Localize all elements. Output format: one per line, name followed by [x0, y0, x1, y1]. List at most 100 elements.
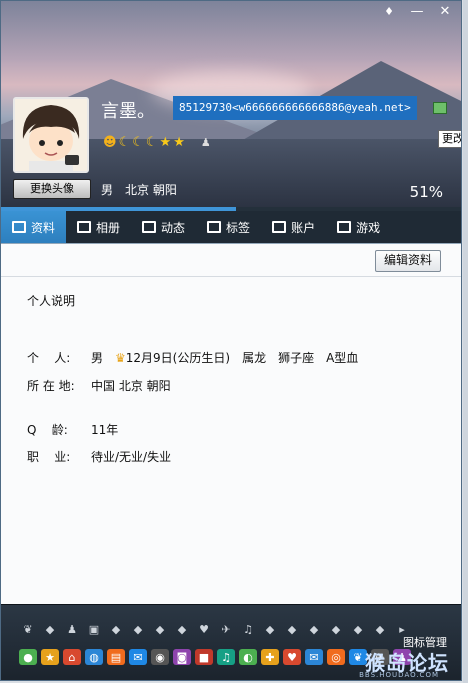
- profile-content: 编辑资料 个人说明 个 人: 男 ♛12月9日(公历生日) 属龙 狮子座 A型血…: [1, 244, 461, 604]
- drum-icon[interactable]: ◎: [327, 649, 345, 665]
- list-icon: [142, 221, 157, 233]
- game-icon: [337, 221, 352, 233]
- change-avatar-button[interactable]: 更换头像: [13, 179, 91, 199]
- tab-label: 标签: [226, 220, 251, 235]
- tab-label: 动态: [161, 220, 186, 235]
- house-icon[interactable]: ⌂: [63, 649, 81, 665]
- info-row-qage: Q 龄: 11年: [27, 421, 118, 438]
- row-label: Q 龄:: [27, 423, 68, 437]
- diamond-icon[interactable]: ◆: [173, 621, 191, 637]
- minimize-button[interactable]: —: [405, 3, 429, 21]
- email-field[interactable]: 85129730<w666666666666886@yeah.net>: [173, 96, 417, 120]
- tooltip: 更改: [438, 130, 461, 148]
- basic-info: 男 北京 朝阳: [101, 181, 177, 198]
- camera-icon[interactable]: ◙: [173, 649, 191, 665]
- icon-row-2: ● ★ ⌂ ◍ ▤ ✉ ◉ ◙ ■ ♫ ◐ ✚ ♥ ✉ ◎ ❦ ✈ ♟: [19, 649, 411, 665]
- edit-profile-button[interactable]: 编辑资料: [374, 250, 441, 272]
- crown-icon: ♛: [115, 351, 126, 365]
- diamond-icon[interactable]: ◆: [327, 621, 345, 637]
- tab-bar: 资料 相册 动态 标签 账户 游戏: [1, 211, 461, 244]
- section-title: 个人说明: [27, 294, 76, 308]
- diamond-icon[interactable]: ◆: [261, 621, 279, 637]
- row-label: 个 人:: [27, 351, 71, 365]
- diamond-icon[interactable]: ◆: [151, 621, 169, 637]
- box-icon[interactable]: ■: [195, 649, 213, 665]
- row-value: 11年: [91, 423, 119, 437]
- row-value: 属龙: [242, 351, 267, 365]
- music-icon[interactable]: ♫: [217, 649, 235, 665]
- tab-profile[interactable]: 资料: [1, 211, 67, 243]
- star-icon: ★: [159, 135, 172, 150]
- tab-games[interactable]: 游戏: [326, 211, 391, 243]
- bag-icon[interactable]: ▤: [107, 649, 125, 665]
- avatar-cartoon-icon: [15, 99, 87, 171]
- watermark-sub: BBS.HOUDAO.COM: [359, 671, 439, 679]
- completion-percent: 51%: [409, 183, 443, 201]
- tab-label: 相册: [96, 220, 121, 235]
- tab-account[interactable]: 账户: [261, 211, 326, 243]
- moon-icon: ☾: [145, 135, 158, 150]
- icon-row-1: ❦ ◆ ♟ ▣ ◆ ◆ ◆ ◆ ♥ ✈ ♫ ◆ ◆ ◆ ◆ ◆ ◆ ▸: [19, 621, 411, 637]
- moon-icon: ☾: [118, 135, 131, 150]
- row-value: 待业/无业/失业: [91, 450, 172, 464]
- leaf-icon[interactable]: ❦: [19, 621, 37, 637]
- row-label: 所 在 地:: [27, 379, 75, 393]
- diamond-icon[interactable]: ◆: [349, 621, 367, 637]
- penguin-icon[interactable]: ♟: [63, 621, 81, 637]
- level-icons[interactable]: ☻ ☾ ☾ ☾ ★ ★ ♟: [103, 135, 211, 150]
- diamond-icon[interactable]: ◆: [283, 621, 301, 637]
- info-row-location: 所 在 地: 中国 北京 朝阳: [27, 377, 171, 394]
- moon-icon: ☾: [132, 135, 144, 150]
- mail-icon[interactable]: ✉: [305, 649, 323, 665]
- tab-label: 账户: [291, 220, 316, 235]
- diamond-icon[interactable]: ◆: [41, 621, 59, 637]
- diamond-icon[interactable]: ◆: [305, 621, 323, 637]
- info-row-personal: 个 人: 男 ♛12月9日(公历生日) 属龙 狮子座 A型血: [27, 349, 358, 366]
- briefcase-icon: [272, 221, 287, 233]
- bird-icon[interactable]: ✈: [217, 621, 235, 637]
- star-icon: ★: [173, 135, 185, 150]
- gift-icon[interactable]: ✚: [261, 649, 279, 665]
- sun-icon: ☻: [103, 135, 117, 150]
- row-value: A型血: [326, 351, 359, 365]
- card-icon: [12, 221, 26, 233]
- row-value: 狮子座: [278, 351, 315, 365]
- tab-album[interactable]: 相册: [66, 211, 131, 243]
- row-value: 12月9日(公历生日): [125, 351, 231, 365]
- heart-icon[interactable]: ♥: [195, 621, 213, 637]
- computer-icon[interactable]: ▣: [85, 621, 103, 637]
- mail-icon[interactable]: ✉: [129, 649, 147, 665]
- skin-icon[interactable]: ♦: [377, 3, 401, 21]
- diamond-icon[interactable]: ◆: [371, 621, 389, 637]
- qq-icon[interactable]: ◉: [151, 649, 169, 665]
- profile-window: ♦ — ✕ 更换头像 言墨。 85129730<w666666666666886…: [0, 0, 462, 681]
- star-icon[interactable]: ★: [41, 649, 59, 665]
- tab-label: 资料: [31, 220, 56, 235]
- avatar[interactable]: [13, 97, 89, 173]
- chat-icon[interactable]: ●: [19, 649, 37, 665]
- row-value: 中国 北京 朝阳: [91, 379, 171, 393]
- email-change-icon[interactable]: [433, 102, 447, 114]
- info-row-job: 职 业: 待业/无业/失业: [27, 448, 171, 465]
- globe-icon[interactable]: ◍: [85, 649, 103, 665]
- tab-label: 游戏: [356, 220, 381, 235]
- diamond-icon[interactable]: ◆: [129, 621, 147, 637]
- location: 北京 朝阳: [125, 183, 177, 197]
- ball-icon[interactable]: ◐: [239, 649, 257, 665]
- row-label: 职 业:: [27, 450, 71, 464]
- photo-icon: [77, 221, 92, 233]
- gender: 男: [101, 183, 114, 197]
- tab-tags[interactable]: 标签: [196, 211, 261, 243]
- close-button[interactable]: ✕: [433, 3, 457, 21]
- heart-icon[interactable]: ♥: [283, 649, 301, 665]
- window-controls: ♦ — ✕: [377, 3, 457, 21]
- tab-feed[interactable]: 动态: [131, 211, 196, 243]
- divider: [1, 276, 461, 277]
- music-icon[interactable]: ♫: [239, 621, 257, 637]
- nickname: 言墨。: [101, 101, 155, 122]
- diamond-icon[interactable]: ◆: [107, 621, 125, 637]
- penguin-icon[interactable]: ♟: [201, 136, 211, 149]
- bookmark-icon: [207, 221, 222, 233]
- icon-bar: ❦ ◆ ♟ ▣ ◆ ◆ ◆ ◆ ♥ ✈ ♫ ◆ ◆ ◆ ◆ ◆ ◆ ▸ ● ★ ⌂ ◍ ▤ ✉ ◉ ◙ ■ ♫ ◐ ✚ ♥ ✉ ◎ ❦ ✈ ♟ 图标…: [1, 604, 461, 680]
- background-window-edge: [463, 0, 468, 683]
